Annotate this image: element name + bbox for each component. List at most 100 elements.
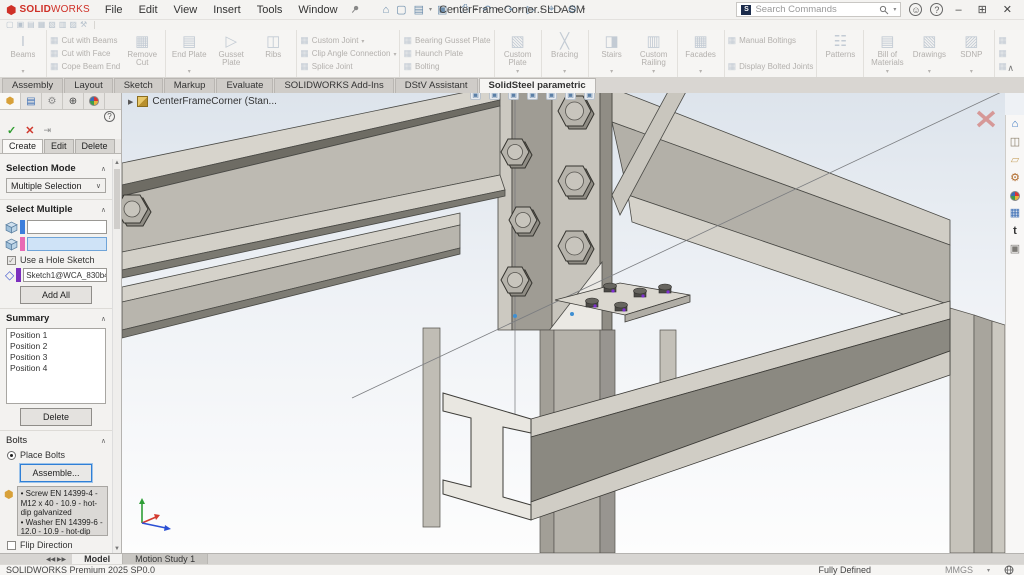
- ribbon-button-manual-boltings[interactable]: ▦Manual Boltings: [728, 34, 814, 47]
- ribbon-collapse-chevron[interactable]: ∧: [1007, 63, 1024, 77]
- menu-file[interactable]: File: [98, 2, 130, 18]
- dropdown-caret-icon[interactable]: ▾: [428, 6, 433, 13]
- tab-motion-study[interactable]: Motion Study 1: [123, 554, 208, 564]
- ribbon-button-ribs[interactable]: ◫Ribs: [252, 32, 294, 75]
- headsup-tool-icon[interactable]: ▣: [584, 93, 595, 100]
- minimize-button[interactable]: –: [951, 4, 965, 16]
- ribbon-button-pdm-equal-part-detection[interactable]: ▦PDM - Equal Part Detection: [998, 34, 1007, 47]
- command-tab-assembly[interactable]: Assembly: [2, 78, 63, 93]
- dropdown-caret-icon[interactable]: ▾: [516, 69, 519, 75]
- home-icon[interactable]: ⌂: [380, 3, 393, 17]
- summary-item[interactable]: Position 1: [10, 330, 102, 341]
- tab-solidsteel[interactable]: ⬢: [0, 93, 21, 109]
- ribbon-button-gusset-plate[interactable]: ▷Gusset Plate: [210, 32, 252, 75]
- mode-tab-delete[interactable]: Delete: [75, 139, 115, 153]
- collapse-chevron-icon[interactable]: ∧: [101, 437, 106, 445]
- use-hole-sketch-checkbox[interactable]: ✓: [7, 256, 16, 265]
- ribbon-button-custom-joint[interactable]: ▦Custom Joint▾: [300, 34, 396, 47]
- ribbon-button-custom-railing[interactable]: ▥Custom Railing▾: [633, 32, 675, 75]
- dropdown-caret-icon[interactable]: ▾: [451, 6, 456, 13]
- panel-scrollbar[interactable]: ▲ ▼: [112, 159, 121, 553]
- restore-button[interactable]: ⊞: [974, 3, 991, 16]
- mode-tab-create[interactable]: Create: [2, 139, 43, 153]
- dropdown-caret-icon[interactable]: ▾: [518, 6, 523, 13]
- dropdown-caret-icon[interactable]: ▾: [361, 38, 364, 45]
- collapse-chevron-icon[interactable]: ∧: [101, 165, 106, 173]
- sketch-point[interactable]: [513, 314, 517, 318]
- graphics-viewport[interactable]: ▶ CenterFrameCorner (Stan... ▣▣▣▣▣▣▣ ⌂ ◫…: [122, 93, 1024, 553]
- ribbon-button-stairs[interactable]: ◨Stairs▾: [591, 32, 633, 75]
- tab-bolting[interactable]: ⚙: [42, 93, 63, 109]
- selection-mode-dropdown[interactable]: Multiple Selection∨: [6, 178, 106, 193]
- save-icon[interactable]: ▣: [434, 2, 450, 17]
- appearances-icon[interactable]: [1010, 191, 1020, 201]
- headsup-tool-icon[interactable]: ▣: [565, 93, 576, 100]
- home-icon[interactable]: ⌂: [1012, 119, 1019, 130]
- menu-window[interactable]: Window: [291, 2, 344, 18]
- dropdown-caret-icon[interactable]: ▾: [393, 51, 396, 58]
- headsup-tool-icon[interactable]: ▣: [527, 93, 538, 100]
- assembly-name[interactable]: CenterFrameCorner (Stan...: [152, 96, 277, 107]
- add-all-button[interactable]: Add All: [20, 286, 92, 304]
- ribbon-button-position-assembly[interactable]: ▦Position Assembly: [998, 60, 1007, 73]
- sketch-reference-field[interactable]: Sketch1@WCA_830b4028-C: [23, 268, 107, 282]
- mini-tool-icon[interactable]: ▢: [6, 21, 14, 29]
- delete-button[interactable]: Delete: [20, 408, 92, 426]
- dropdown-caret-icon[interactable]: ▾: [652, 69, 655, 75]
- view-palette-icon[interactable]: ⚙: [1010, 173, 1020, 184]
- open-icon[interactable]: ▤: [411, 2, 427, 17]
- dropdown-caret-icon[interactable]: ▾: [563, 69, 566, 75]
- select-icon[interactable]: ▷: [524, 2, 538, 17]
- ribbon-button-cope-beam-end[interactable]: ▦Cope Beam End: [50, 60, 120, 73]
- tab-origin[interactable]: ⊕: [63, 93, 84, 109]
- file-explorer-icon[interactable]: ▱: [1011, 155, 1019, 166]
- dropdown-caret-icon[interactable]: ▾: [886, 69, 889, 75]
- scroll-down-icon[interactable]: ▼: [113, 546, 121, 552]
- dropdown-caret-icon[interactable]: ▾: [21, 69, 24, 75]
- right-column[interactable]: [950, 308, 1005, 553]
- ribbon-button-cut-with-beams[interactable]: ▦Cut with Beams: [50, 34, 120, 47]
- mode-tab-edit[interactable]: Edit: [44, 139, 74, 153]
- cancel-button[interactable]: ✕: [25, 124, 34, 137]
- 3d-model-canvas[interactable]: [122, 93, 1005, 553]
- custom-properties-icon[interactable]: ▦: [1010, 208, 1020, 219]
- tab-model[interactable]: Model: [72, 554, 123, 564]
- search-input[interactable]: S Search Commands ▾: [736, 2, 901, 17]
- pin-icon[interactable]: [349, 3, 362, 16]
- mini-tool-icon[interactable]: ▧: [48, 21, 56, 29]
- section-summary[interactable]: Summary∧: [0, 308, 112, 326]
- bolt-spec-listbox[interactable]: Screw EN 14399-4 - M12 x 40 - 10.9 - hot…: [17, 486, 108, 536]
- search-caret[interactable]: ▾: [893, 6, 896, 13]
- summary-item[interactable]: Position 3: [10, 352, 102, 363]
- sketch-point[interactable]: [570, 312, 574, 316]
- ribbon-button-beams[interactable]: IBeams▾: [2, 32, 44, 75]
- menu-view[interactable]: View: [167, 2, 205, 18]
- dropdown-caret-icon[interactable]: ▾: [539, 6, 544, 13]
- tab-appearance[interactable]: [84, 93, 105, 109]
- resources-icon[interactable]: t: [1013, 226, 1017, 237]
- mini-tool-icon[interactable]: ⚒: [80, 21, 87, 29]
- bolt-spec-item[interactable]: Screw EN 14399-4 - M12 x 40 - 10.9 - hot…: [21, 489, 105, 518]
- unit-system[interactable]: MMGS: [945, 565, 973, 575]
- ribbon-button-bolting[interactable]: ▦Bolting: [403, 60, 490, 73]
- ribbon-button-haunch-plate[interactable]: ▦Haunch Plate: [403, 47, 490, 60]
- print-icon[interactable]: ⎙: [457, 2, 472, 17]
- headsup-tool-icon[interactable]: ▣: [489, 93, 500, 100]
- menu-edit[interactable]: Edit: [132, 2, 165, 18]
- section-select-multiple[interactable]: Select Multiple∧: [0, 199, 112, 217]
- redo-icon[interactable]: ↷: [501, 2, 516, 17]
- flip-direction-checkbox[interactable]: [7, 541, 16, 550]
- ribbon-button-clip-angle-connection[interactable]: ▦Clip Angle Connection▾: [300, 47, 396, 60]
- ribbon-button-end-plate[interactable]: ▤End Plate▾: [168, 32, 210, 75]
- dropdown-caret-icon[interactable]: ▾: [610, 69, 613, 75]
- section-bolts[interactable]: Bolts∧: [0, 430, 112, 448]
- ribbon-button-custom-plate[interactable]: ▧Custom Plate▾: [497, 32, 539, 75]
- ribbon-button-facades[interactable]: ▦Facades▾: [680, 32, 722, 75]
- summary-listbox[interactable]: Position 1Position 2Position 3Position 4: [6, 328, 106, 404]
- summary-item[interactable]: Position 4: [10, 363, 102, 374]
- expand-arrow-icon[interactable]: ▶: [128, 98, 133, 106]
- panel-help-icon[interactable]: ?: [104, 111, 115, 122]
- dropdown-caret-icon[interactable]: ▾: [188, 69, 191, 75]
- collapse-chevron-icon[interactable]: ∧: [101, 315, 106, 323]
- mini-tool-icon[interactable]: ▤: [27, 21, 35, 29]
